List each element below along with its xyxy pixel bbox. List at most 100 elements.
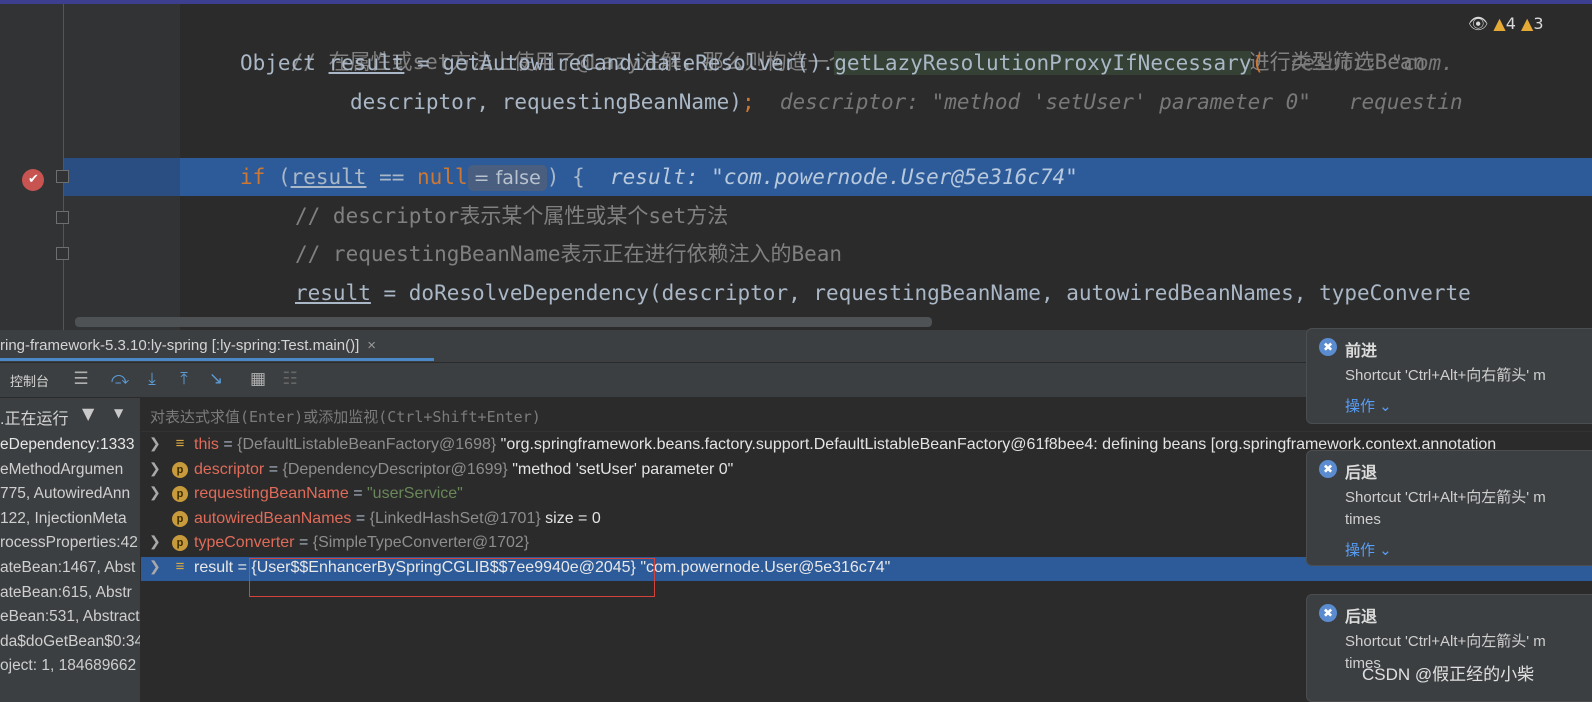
stack-frame-item[interactable]: ateBean:1467, Abst <box>0 559 135 584</box>
parameter-icon: p <box>172 535 188 552</box>
execution-point-gutter <box>63 158 180 196</box>
var-token: result <box>295 281 371 305</box>
console-tab[interactable]: 控制台 <box>10 371 49 390</box>
run-to-cursor-icon[interactable]: ↘ <box>206 369 226 389</box>
stack-frame-item[interactable]: eBean:531, Abstract <box>0 608 140 633</box>
code-token: descriptor, requestingBeanName) <box>350 90 742 114</box>
variable-name: this <box>194 436 219 453</box>
warning-count-2: 3 <box>1533 14 1544 33</box>
expand-arrow-icon[interactable]: ❯ <box>149 435 161 452</box>
code-line-if[interactable]: if (result == null = false) { result: "co… <box>240 158 1078 196</box>
step-out-icon[interactable]: ⤒ <box>174 369 194 389</box>
highlight-annotation-box <box>249 558 655 597</box>
variable-eq: = <box>218 436 238 453</box>
code-line-comment[interactable]: // requestingBeanName表示正在进行依赖注入的Bean <box>295 235 842 273</box>
step-over-icon[interactable]: ⤼ <box>110 369 130 389</box>
warning-count: 4 <box>1505 14 1516 33</box>
notification-body: Shortcut 'Ctrl+Alt+向左箭头' m times <box>1345 489 1546 528</box>
notification-balloon[interactable]: ✖ 前进 Shortcut 'Ctrl+Alt+向右箭头' m 操作 ⌄ <box>1306 328 1592 424</box>
fold-marker-icon[interactable] <box>56 247 69 260</box>
keyword-token: if <box>240 165 266 189</box>
code-line-comment[interactable]: // descriptor表示某个属性或某个set方法 <box>295 197 728 235</box>
fold-marker-icon[interactable] <box>56 170 69 183</box>
variable-name: descriptor <box>194 460 265 478</box>
notification-title: 后退 <box>1345 465 1378 482</box>
inline-debug-hint: descriptor: "method 'setUser' parameter … <box>779 90 1463 114</box>
ide-notification-icon: ✖ <box>1319 460 1337 478</box>
warning-icon: ▲ <box>1493 14 1506 33</box>
inline-value-pill[interactable]: = false <box>467 165 547 191</box>
keyword-token: null <box>417 165 468 189</box>
step-into-icon[interactable]: ⤓ <box>142 369 162 389</box>
eye-icon: 👁 <box>1468 14 1489 33</box>
fold-marker-icon[interactable] <box>56 211 69 224</box>
variable-text: requestingBeanName = "userService" <box>194 485 463 503</box>
notification-balloon[interactable]: ✖ 后退 Shortcut 'Ctrl+Alt+向左箭头' m times 操作 … <box>1306 450 1592 566</box>
frames-header: .正在运行 ▼ ▼ <box>0 398 140 431</box>
stack-frame-item[interactable]: eMethodArgumen <box>0 461 123 486</box>
frames-list: eDependency:1333 eMethodArgumen 775, Autow… <box>0 431 140 702</box>
type-token: Object <box>240 51 316 75</box>
ide-notification-icon: ✖ <box>1319 338 1337 356</box>
paren-token: ( <box>1251 51 1265 75</box>
stack-frame-item[interactable]: 775, AutowiredAnn <box>0 485 130 510</box>
expand-arrow-icon[interactable]: ❯ <box>149 484 161 501</box>
chevron-down-icon[interactable]: ▼ <box>114 406 123 420</box>
watch-input-placeholder: 对表达式求值(Enter)或添加监视(Ctrl+Shift+Enter) <box>150 408 541 426</box>
ide-notification-icon: ✖ <box>1319 604 1337 622</box>
comment-text: // requestingBeanName表示正在进行依赖注入的Bean <box>295 242 843 266</box>
debug-session-tab[interactable]: ring-framework-5.3.10:ly-spring [:ly-spr… <box>0 337 376 354</box>
expand-arrow-icon[interactable]: ❯ <box>149 558 161 575</box>
variable-text: this = {DefaultListableBeanFactory@1698}… <box>194 436 1496 454</box>
stack-frame-item[interactable]: ateBean:615, Abstr <box>0 584 132 609</box>
menu-lines-icon[interactable]: ☰ <box>71 369 91 389</box>
notification-title: 前进 <box>1345 343 1378 360</box>
trace-icon[interactable]: ☷ <box>280 369 300 389</box>
parameter-icon: p <box>172 461 188 478</box>
code-line-resolve[interactable]: result = doResolveDependency(descriptor,… <box>295 274 1471 312</box>
stack-frame-item[interactable]: da$doGetBean$0:34 <box>0 633 140 658</box>
variable-eq: = <box>351 509 370 527</box>
variable-name: requestingBeanName <box>194 485 349 503</box>
close-icon[interactable]: × <box>367 337 376 354</box>
code-line-object-result[interactable]: Object result = getAutowireCandidateReso… <box>240 44 1454 82</box>
code-editor[interactable]: ✔ // 在属性或set方法上使用了@Lazy注解，那么则构造一个代理对象并返回… <box>0 4 1592 330</box>
warning-icon: ▲ <box>1521 14 1534 33</box>
thread-status[interactable]: .正在运行 <box>0 405 68 429</box>
variable-eq: = <box>348 485 367 503</box>
expand-arrow-icon[interactable]: ❯ <box>149 533 161 550</box>
variable-ref: {LinkedHashSet@1701} <box>369 509 541 527</box>
object-lines-icon: ≡ <box>175 558 185 575</box>
inspection-widget[interactable]: 👁 ▲4 ▲3 <box>1468 14 1544 33</box>
variable-name: autowiredBeanNames <box>194 509 352 527</box>
evaluate-table-icon[interactable]: ▦ <box>248 369 268 389</box>
variable-value: "method 'setUser' parameter 0" <box>507 460 734 478</box>
variable-ref: {DefaultListableBeanFactory@1698} <box>237 436 497 453</box>
code-line-args[interactable]: descriptor, requestingBeanName); descrip… <box>350 83 1463 121</box>
csdn-watermark: CSDN @假正经的小柴 <box>1362 665 1535 684</box>
filter-icon[interactable]: ▼ <box>82 404 94 423</box>
stack-frame-item[interactable]: eDependency:1333 <box>0 436 134 461</box>
variable-eq: = <box>294 534 313 552</box>
code-token: == <box>366 165 418 189</box>
expand-arrow-icon[interactable]: ❯ <box>149 460 161 477</box>
notification-action-link[interactable]: 操作 ⌄ <box>1345 539 1392 560</box>
variable-value: size = 0 <box>540 509 601 527</box>
method-token: getLazyResolutionProxyIfNecessary <box>834 51 1252 75</box>
variable-value: "userService" <box>367 485 463 503</box>
editor-horizontal-scrollbar[interactable] <box>75 317 932 327</box>
notification-action-link[interactable]: 操作 ⌄ <box>1345 395 1392 416</box>
variable-text: autowiredBeanNames = {LinkedHashSet@1701… <box>194 510 601 528</box>
comment-text: // descriptor表示某个属性或某个set方法 <box>295 204 729 228</box>
stack-frame-item[interactable]: oject: 1, 184689662 <box>0 657 136 682</box>
variable-text: typeConverter = {SimpleTypeConverter@170… <box>194 534 529 552</box>
stack-frame-item[interactable]: rocessProperties:42 <box>0 534 138 559</box>
code-line-comment[interactable]: // 在属性或set方法上使用了@Lazy注解，那么则构造一个代理对象并返回，真… <box>240 5 1426 74</box>
code-token: = doResolveDependency(descriptor, reques… <box>370 281 1471 305</box>
code-token: ) { <box>546 165 585 189</box>
stack-frame-item[interactable]: 122, InjectionMeta <box>0 510 127 535</box>
variable-name: typeConverter <box>194 534 295 552</box>
var-token: result <box>290 165 367 189</box>
notification-balloon[interactable]: ✖ 后退 Shortcut 'Ctrl+Alt+向左箭头' m times <box>1306 594 1592 702</box>
object-lines-icon: ≡ <box>175 435 185 452</box>
